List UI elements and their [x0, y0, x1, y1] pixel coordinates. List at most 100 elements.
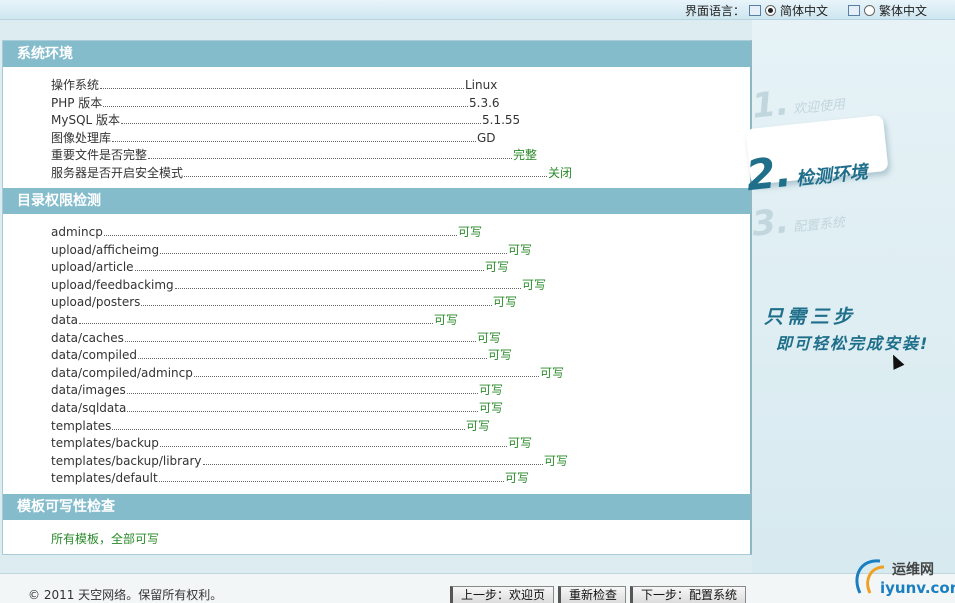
step-1-number: 1. — [750, 83, 791, 127]
env-row: 图像处理库 GD — [51, 130, 750, 148]
row-value: 可写 — [477, 330, 502, 345]
row-value: 可写 — [485, 260, 510, 275]
dot-leader — [174, 278, 521, 289]
step-2-label: 检测环境 — [794, 161, 869, 191]
system-section-title: 系统环境 — [3, 41, 750, 67]
brand-name: 天空网络 — [78, 588, 127, 602]
dot-leader — [193, 366, 539, 377]
simplified-chinese-radio[interactable] — [764, 5, 776, 16]
row-value: 可写 — [493, 295, 518, 310]
dot-leader — [112, 131, 476, 142]
env-row: MySQL 版本 5.1.55 — [51, 112, 750, 130]
dot-leader — [159, 436, 507, 448]
dot-leader — [103, 225, 457, 236]
mouse-cursor-icon — [887, 352, 905, 370]
dot-leader — [202, 454, 543, 465]
row-label: 服务器是否开启安全模式 — [51, 165, 184, 180]
dot-leader — [79, 313, 433, 324]
watermark-cn: 运维网 — [892, 562, 934, 578]
env-row: PHP 版本 5.3.6 — [51, 95, 750, 113]
row-label: data/images — [51, 383, 126, 398]
row-label: upload/article — [51, 260, 134, 275]
templates-section-title: 模板可写性检查 — [3, 493, 750, 520]
row-value: 可写 — [434, 312, 459, 327]
dot-leader — [138, 348, 487, 360]
steps-sidebar: 1. 欢迎使用 2. 检测环境 3. 配置系统 只需三步 即可轻松完成安装! — [744, 20, 955, 573]
dir-row: templates/backup 可写 — [51, 435, 750, 453]
step-3: 3. 配置系统 — [750, 195, 846, 245]
dot-leader — [103, 96, 468, 107]
row-label: upload/afficheimg — [51, 242, 160, 257]
top-bar: 界面语言： 简体中文 繁体中文 — [0, 0, 955, 20]
slogan-line-2: 即可轻松完成安装! — [776, 334, 930, 353]
step-3-number: 3. — [750, 201, 791, 245]
templates-result: 所有模板，全部可写 — [51, 531, 160, 546]
row-value: 可写 — [466, 418, 491, 433]
dot-leader — [158, 471, 504, 483]
row-value: 可写 — [544, 453, 569, 468]
dot-leader — [124, 331, 476, 342]
nav-buttons: 上一步：欢迎页 重新检查 下一步：配置系统 — [450, 586, 747, 603]
dot-leader — [148, 148, 512, 159]
simplified-flag-icon — [748, 5, 761, 16]
dir-row: upload/afficheimg 可写 — [51, 242, 750, 260]
dir-row: data 可写 — [51, 312, 750, 330]
row-value: 可写 — [508, 436, 533, 451]
dot-leader — [141, 295, 492, 307]
recheck-button[interactable]: 重新检查 — [558, 586, 627, 603]
row-label: data/sqldata — [51, 400, 127, 415]
dir-row: templates/default 可写 — [51, 470, 750, 488]
traditional-chinese-radio[interactable] — [863, 5, 875, 16]
check-panel: 系统环境 操作系统 Linux PHP 版本 5.3.6 MySQL 版本 5.1.55 图… — [2, 40, 752, 555]
next-step-button[interactable]: 下一步：配置系统 — [630, 586, 747, 603]
dirs-section: admincp 可写 upload/afficheimg 可写 upload/artic… — [3, 214, 750, 494]
dirs-section-title: 目录权限检测 — [3, 188, 750, 214]
dir-row: upload/posters 可写 — [51, 294, 750, 312]
env-row: 服务器是否开启安全模式 关闭 — [51, 165, 750, 183]
dot-leader — [160, 243, 507, 254]
row-value: Linux — [465, 78, 498, 92]
row-value: 可写 — [522, 277, 547, 292]
system-section: 操作系统 Linux PHP 版本 5.3.6 MySQL 版本 5.1.55 图像处理库 G… — [3, 67, 750, 188]
dir-row: admincp 可写 — [51, 224, 750, 242]
row-value: 5.1.55 — [482, 113, 521, 127]
dir-row: data/compiled 可写 — [51, 347, 750, 365]
language-label: 界面语言： — [684, 4, 745, 18]
row-value: 关闭 — [548, 165, 573, 180]
row-value: 可写 — [479, 400, 504, 415]
simplified-chinese-label[interactable]: 简体中文 — [780, 2, 828, 19]
slogan-line-1: 只需三步 — [764, 306, 857, 328]
row-label: upload/posters — [51, 295, 141, 310]
env-row: 重要文件是否完整 完整 — [51, 147, 750, 165]
watermark-en: iyunv.com — [880, 579, 955, 597]
dot-leader — [100, 78, 464, 89]
copyright: © 2011 天空网络。保留所有权利。 — [28, 586, 222, 603]
row-label: 图像处理库 — [51, 130, 112, 145]
row-label: MySQL 版本 — [51, 113, 121, 127]
row-value: 可写 — [458, 225, 483, 239]
row-value: 可写 — [505, 471, 530, 486]
traditional-chinese-label[interactable]: 繁体中文 — [879, 2, 927, 19]
dot-leader — [126, 383, 478, 395]
row-value: 完整 — [513, 148, 538, 162]
dot-leader — [184, 166, 547, 177]
row-label: 重要文件是否完整 — [51, 148, 148, 162]
row-value: 可写 — [540, 365, 565, 380]
row-value: 可写 — [508, 242, 533, 257]
traditional-flag-icon — [847, 5, 860, 16]
row-label: data — [51, 312, 79, 327]
prev-step-button[interactable]: 上一步：欢迎页 — [450, 586, 555, 603]
copyright-prefix: © 2011 — [28, 588, 79, 602]
step-1-label: 欢迎使用 — [792, 97, 846, 118]
dot-leader — [127, 401, 478, 412]
row-label: data/compiled/admincp — [51, 365, 193, 380]
row-value: 5.3.6 — [469, 95, 500, 110]
row-label: admincp — [51, 225, 103, 239]
row-value: 可写 — [488, 348, 513, 363]
row-label: data/compiled — [51, 348, 137, 363]
dir-row: templates 可写 — [51, 418, 750, 436]
dir-row: templates/backup/library 可写 — [51, 453, 750, 471]
dot-leader — [121, 113, 481, 124]
dot-leader — [112, 419, 465, 430]
watermark: 运维网 iyunv.com — [850, 553, 955, 601]
